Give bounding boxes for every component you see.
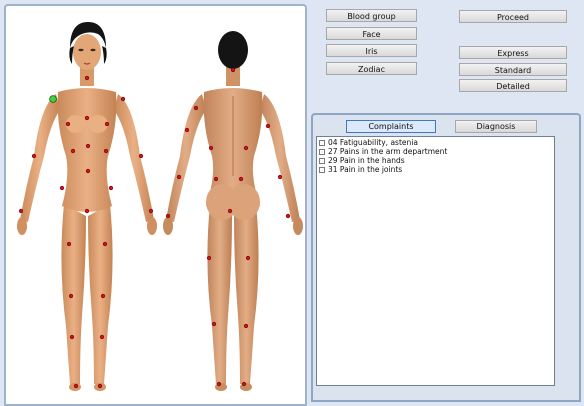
back-point-left-heel[interactable] bbox=[216, 381, 222, 387]
back-point-upper-back[interactable] bbox=[184, 127, 190, 133]
front-point-right-thigh[interactable] bbox=[102, 241, 108, 247]
back-point-left-lumbar[interactable] bbox=[213, 176, 219, 182]
front-point-right-rib[interactable] bbox=[103, 148, 109, 154]
back-point-right-shoulder[interactable] bbox=[265, 123, 271, 129]
list-item[interactable]: 29 Pain in the hands bbox=[319, 156, 552, 165]
back-point-left-wrist[interactable] bbox=[165, 213, 171, 219]
standard-button[interactable]: Standard bbox=[459, 63, 567, 76]
back-point-neck[interactable] bbox=[230, 67, 236, 73]
front-point-right-elbow[interactable] bbox=[138, 153, 144, 159]
back-point-right-heel[interactable] bbox=[241, 381, 247, 387]
body-figures bbox=[17, 22, 303, 391]
front-point-left-wrist[interactable] bbox=[18, 208, 24, 214]
back-point-left-thigh[interactable] bbox=[206, 255, 212, 261]
front-point-left-hip[interactable] bbox=[59, 185, 65, 191]
front-point-head[interactable] bbox=[84, 75, 90, 81]
proceed-button[interactable]: Proceed bbox=[459, 10, 567, 23]
front-point-pubic[interactable] bbox=[84, 208, 90, 214]
express-button[interactable]: Express bbox=[459, 46, 567, 59]
back-point-sacrum[interactable] bbox=[227, 208, 233, 214]
complaint-label: 31 Pain in the joints bbox=[328, 165, 403, 174]
front-point-right-ankle[interactable] bbox=[97, 383, 103, 389]
list-item[interactable]: 27 Pains in the arm department bbox=[319, 147, 552, 156]
complaint-checkbox[interactable] bbox=[319, 139, 325, 146]
back-point-right-elbow[interactable] bbox=[277, 174, 283, 180]
back-point-right-thigh[interactable] bbox=[245, 255, 251, 261]
back-point-right-scapula[interactable] bbox=[243, 145, 249, 151]
back-point-right-lumbar[interactable] bbox=[238, 176, 244, 182]
back-point-left-calf[interactable] bbox=[211, 321, 217, 327]
front-point-left-thigh[interactable] bbox=[66, 241, 72, 247]
front-point-right-hip[interactable] bbox=[108, 185, 114, 191]
front-point-left-knee[interactable] bbox=[68, 293, 74, 299]
list-item[interactable]: 31 Pain in the joints bbox=[319, 165, 552, 174]
back-point-right-calf[interactable] bbox=[243, 323, 249, 329]
complaint-checkbox[interactable] bbox=[319, 157, 325, 164]
front-point-left-chest[interactable] bbox=[65, 121, 71, 127]
back-point-left-scapula[interactable] bbox=[208, 145, 214, 151]
complaints-panel: Complaints Diagnosis 04 Fatiguability, a… bbox=[311, 113, 581, 402]
complaint-checkbox[interactable] bbox=[319, 166, 325, 173]
front-point-navel[interactable] bbox=[85, 168, 91, 174]
face-button[interactable]: Face bbox=[326, 27, 417, 40]
zodiac-button[interactable]: Zodiac bbox=[326, 62, 417, 75]
complaint-checkbox[interactable] bbox=[319, 148, 325, 155]
front-point-left-rib[interactable] bbox=[70, 148, 76, 154]
front-point-right-shoulder[interactable] bbox=[120, 96, 126, 102]
blood-group-button[interactable]: Blood group bbox=[326, 9, 417, 22]
detailed-button[interactable]: Detailed bbox=[459, 79, 567, 92]
body-figure-panel bbox=[4, 4, 307, 406]
front-point-left-shin[interactable] bbox=[69, 334, 75, 340]
front-point-sternum[interactable] bbox=[84, 115, 90, 121]
iris-button[interactable]: Iris bbox=[326, 44, 417, 57]
front-point-right-knee[interactable] bbox=[100, 293, 106, 299]
tab-diagnosis[interactable]: Diagnosis bbox=[455, 120, 537, 133]
complaint-label: 04 Fatiguability, astenia bbox=[328, 138, 418, 147]
back-point-right-wrist[interactable] bbox=[285, 213, 291, 219]
front-point-right-wrist[interactable] bbox=[148, 208, 154, 214]
back-body bbox=[163, 31, 303, 391]
front-point-left-ankle[interactable] bbox=[73, 383, 79, 389]
front-point-left-shoulder-selected[interactable] bbox=[49, 95, 57, 103]
front-point-right-chest[interactable] bbox=[104, 121, 110, 127]
tab-complaints[interactable]: Complaints bbox=[346, 120, 436, 133]
front-point-left-elbow[interactable] bbox=[31, 153, 37, 159]
front-point-center-abdomen[interactable] bbox=[85, 143, 91, 149]
complaints-list[interactable]: 04 Fatiguability, astenia 27 Pains in th… bbox=[316, 136, 555, 386]
complaint-label: 29 Pain in the hands bbox=[328, 156, 405, 165]
back-point-left-elbow[interactable] bbox=[176, 174, 182, 180]
list-item[interactable]: 04 Fatiguability, astenia bbox=[319, 138, 552, 147]
front-point-right-shin[interactable] bbox=[99, 334, 105, 340]
back-point-left-shoulder[interactable] bbox=[193, 105, 199, 111]
complaint-label: 27 Pains in the arm department bbox=[328, 147, 448, 156]
